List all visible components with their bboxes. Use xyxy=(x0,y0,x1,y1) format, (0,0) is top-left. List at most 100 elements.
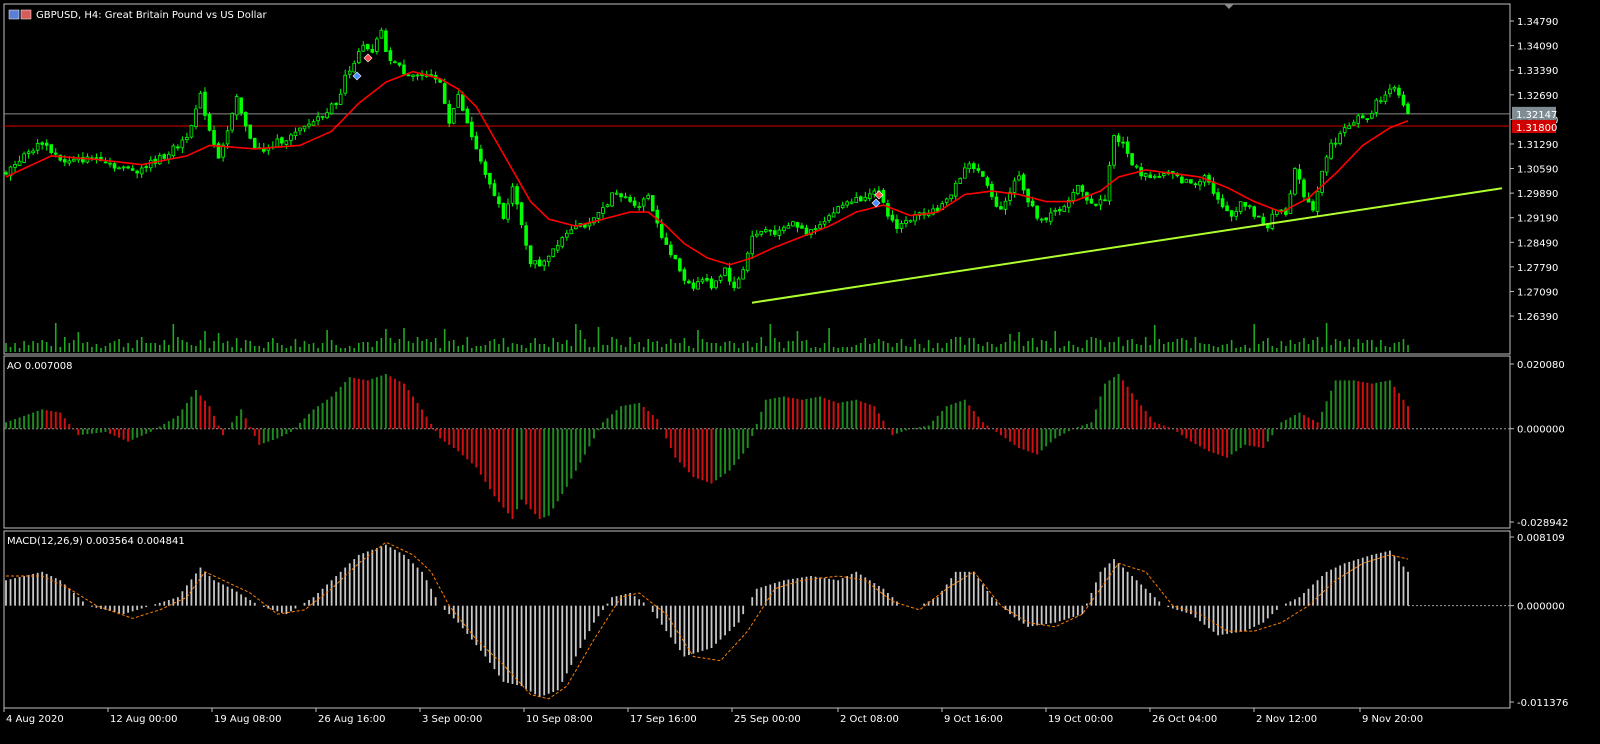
time-tick-label: 12 Aug 00:00 xyxy=(110,714,177,725)
candle-body xyxy=(569,229,574,235)
candle-body xyxy=(1229,210,1234,217)
candle-body xyxy=(524,225,528,246)
time-tick-label: 26 Oct 04:00 xyxy=(1152,714,1217,725)
candle-body xyxy=(1098,199,1103,206)
candle-body xyxy=(44,142,49,146)
candle-body xyxy=(641,198,646,207)
candle-body xyxy=(203,91,207,116)
candle-body xyxy=(786,225,791,229)
candle-body xyxy=(53,152,58,155)
candle-body xyxy=(935,207,940,212)
candle-body xyxy=(646,194,651,199)
candle-body xyxy=(858,196,863,202)
candle-body xyxy=(329,103,334,115)
candle-body xyxy=(1266,224,1270,229)
candle-body xyxy=(795,222,800,228)
candle-body xyxy=(347,70,352,75)
candle-body xyxy=(904,220,908,224)
candle-body xyxy=(230,113,234,131)
candle-body xyxy=(687,280,691,284)
candle-body xyxy=(673,254,678,260)
candle-body xyxy=(555,245,560,251)
candle-body xyxy=(1392,87,1397,90)
candle-body xyxy=(212,130,216,145)
candle-body xyxy=(1039,218,1044,221)
candle-body xyxy=(117,167,121,170)
macd-label: MACD(12,26,9) 0.003564 0.004841 xyxy=(7,536,185,547)
candle-body xyxy=(112,163,117,169)
candle-body xyxy=(139,167,144,175)
candle-body xyxy=(483,161,488,175)
candle-body xyxy=(868,193,872,199)
candle-body xyxy=(800,225,804,229)
candle-body xyxy=(745,252,750,271)
price-tick-label: 1.30590 xyxy=(1517,165,1558,176)
candle-body xyxy=(696,281,700,290)
candle-body xyxy=(732,281,736,288)
candle-body xyxy=(614,192,619,195)
ao-tick-label: -0.028942 xyxy=(1517,518,1568,529)
candle-body xyxy=(356,51,361,64)
price-tick-label: 1.33390 xyxy=(1517,66,1558,77)
candle-body xyxy=(528,245,533,265)
candle-body xyxy=(981,171,985,177)
time-tick-label: 2 Oct 08:00 xyxy=(840,714,899,725)
time-tick-label: 19 Oct 00:00 xyxy=(1048,714,1113,725)
price-tick-label: 1.27090 xyxy=(1517,287,1558,298)
candle-body xyxy=(1243,201,1247,207)
candle-body xyxy=(375,38,379,52)
candle-body xyxy=(40,142,44,145)
candle-body xyxy=(637,206,641,208)
candle-body xyxy=(352,62,357,73)
price-tick-label: 1.26390 xyxy=(1517,312,1558,323)
candle-body xyxy=(972,163,976,169)
time-tick-label: 9 Oct 16:00 xyxy=(944,714,1003,725)
level-price-tag-label: 1.31800 xyxy=(1516,123,1557,134)
candle-body xyxy=(1225,205,1229,212)
time-tick-label: 3 Sep 00:00 xyxy=(422,714,482,725)
candle-body xyxy=(460,94,465,111)
candle-body xyxy=(546,255,551,263)
time-tick-label: 2 Nov 12:00 xyxy=(1256,714,1317,725)
candle-body xyxy=(1406,103,1410,114)
candle-body xyxy=(397,62,402,66)
candle-body xyxy=(632,200,637,206)
ao-label: AO 0.007008 xyxy=(7,361,72,372)
time-tick-label: 19 Aug 08:00 xyxy=(214,714,281,725)
candle-body xyxy=(736,278,741,289)
candle-body xyxy=(533,260,537,265)
candle-body xyxy=(650,195,655,212)
candle-body xyxy=(1320,170,1324,193)
time-tick-label: 9 Nov 20:00 xyxy=(1362,714,1423,725)
candle-body xyxy=(157,155,162,165)
candle-body xyxy=(1370,112,1374,119)
candle-body xyxy=(248,124,253,139)
candle-body xyxy=(741,269,745,280)
candle-body xyxy=(501,202,506,219)
trading-chart[interactable]: GBPUSD, H4: Great Britain Pound vs US Do… xyxy=(0,0,1600,744)
candle-body xyxy=(1198,181,1202,186)
candle-body xyxy=(542,260,546,267)
candle-body xyxy=(167,153,171,160)
candle-body xyxy=(759,230,764,235)
price-tick-label: 1.28490 xyxy=(1517,238,1558,249)
candle-body xyxy=(1401,94,1406,106)
candle-body xyxy=(289,134,293,141)
candle-body xyxy=(334,103,338,105)
candle-body xyxy=(628,196,632,202)
candle-body xyxy=(836,206,840,214)
candle-body xyxy=(1062,205,1067,212)
candle-body xyxy=(705,278,709,281)
candle-body xyxy=(1342,127,1347,133)
candle-body xyxy=(1234,210,1238,217)
candle-body xyxy=(1044,217,1048,221)
candle-body xyxy=(1125,141,1130,154)
candle-body xyxy=(1270,213,1275,229)
candle-body xyxy=(1026,188,1030,203)
candle-body xyxy=(1311,201,1315,211)
candle-body xyxy=(1180,176,1184,184)
candle-body xyxy=(343,74,347,94)
candle-body xyxy=(1347,125,1352,129)
candle-body xyxy=(881,189,886,203)
candle-body xyxy=(108,162,112,165)
